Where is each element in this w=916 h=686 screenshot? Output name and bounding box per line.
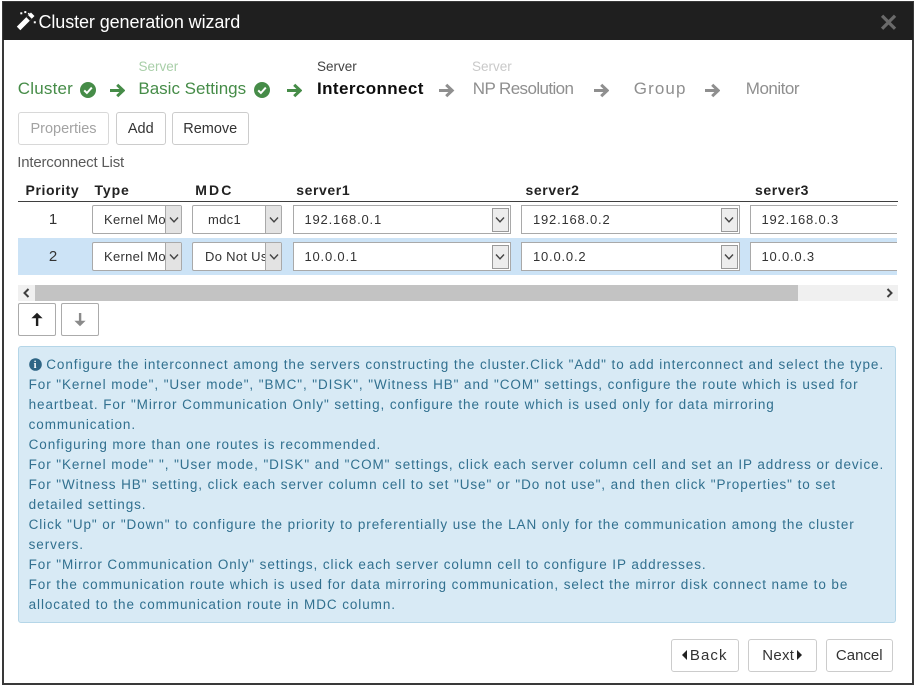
svg-text:i: i	[33, 360, 37, 371]
